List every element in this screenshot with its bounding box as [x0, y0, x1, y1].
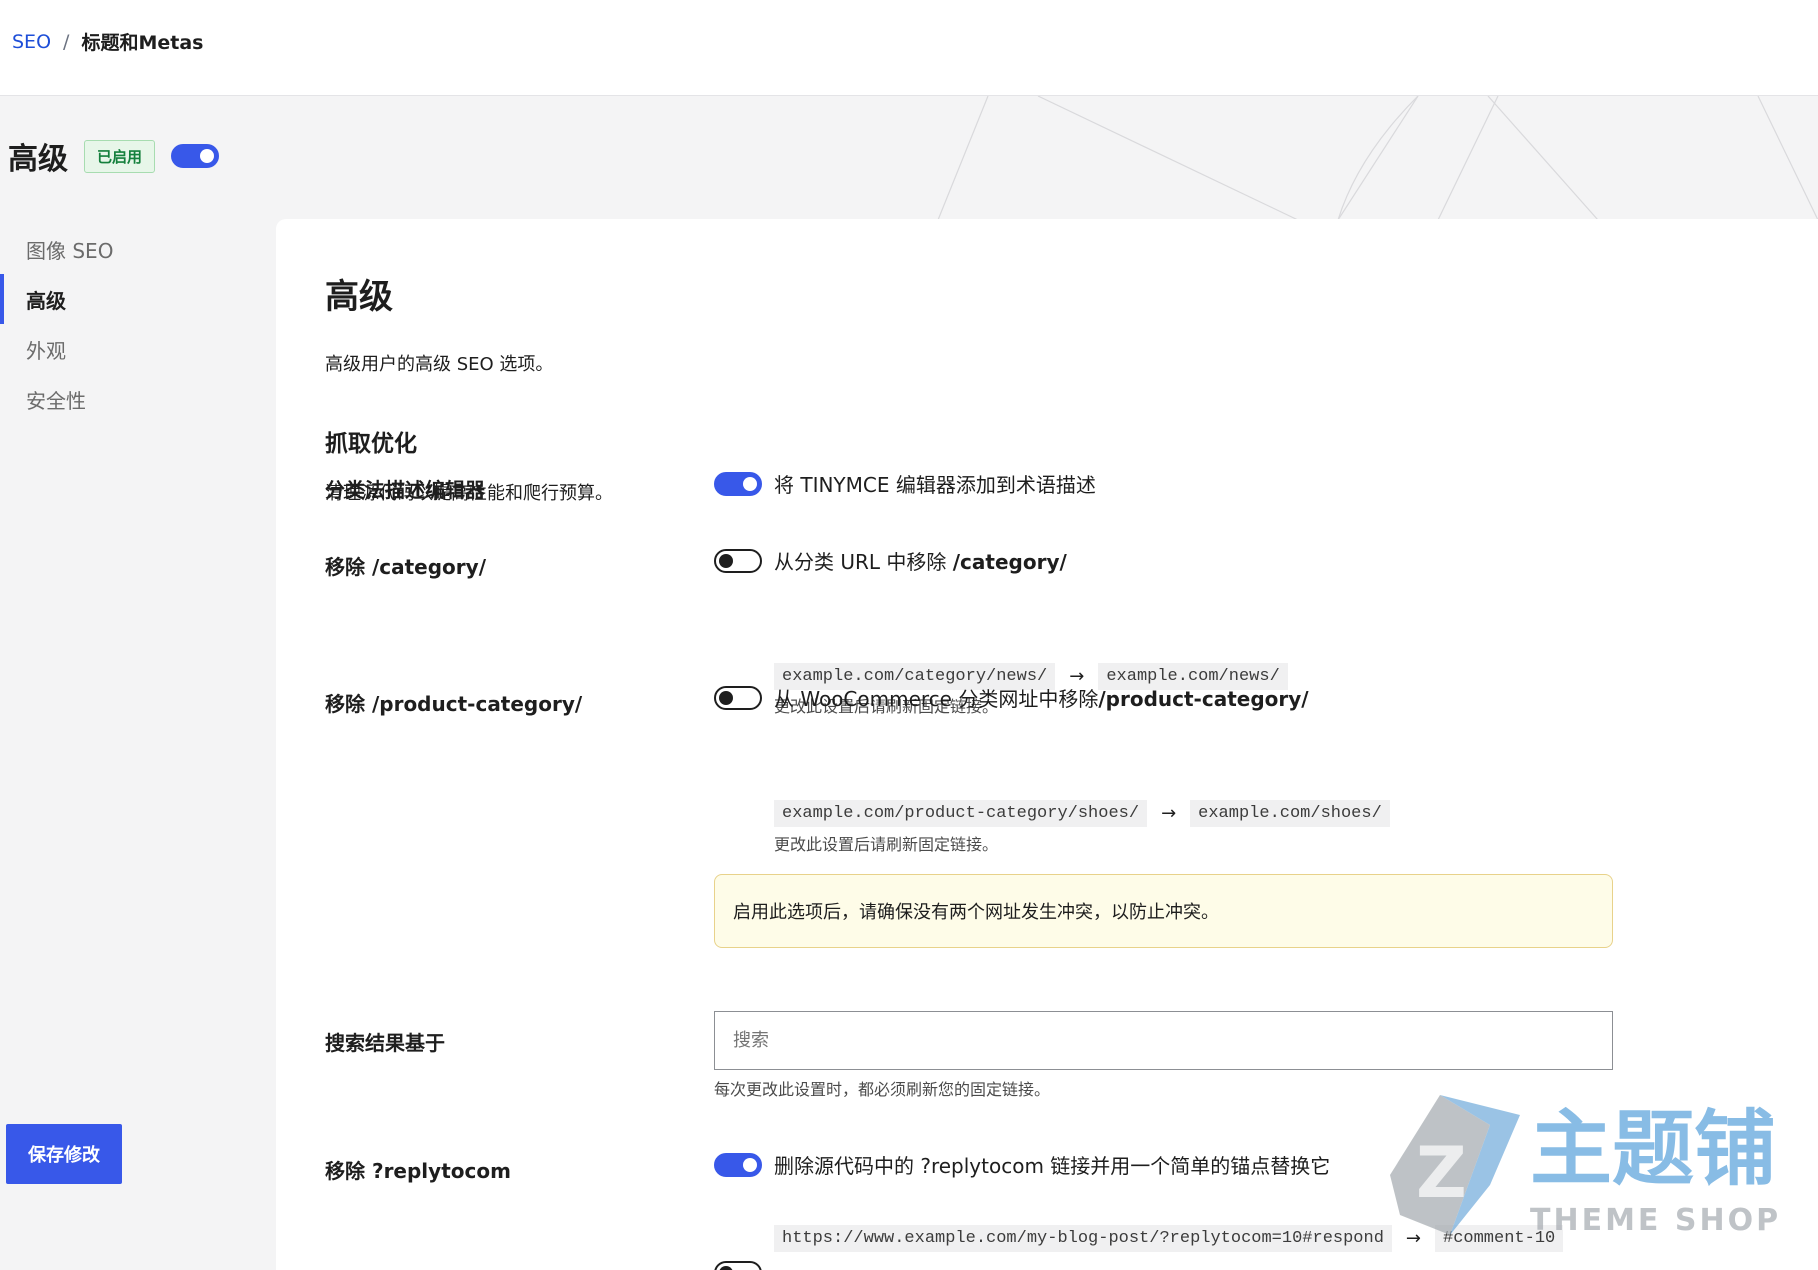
- code-example-from: example.com/product-category/shoes/: [774, 800, 1148, 827]
- remove-category-label: 移除 /category/: [325, 555, 487, 579]
- remove-product-category-example: example.com/product-category/shoes/ → ex…: [774, 800, 1390, 827]
- code-example-to: #comment-10: [1435, 1225, 1564, 1252]
- status-badge: 已启用: [84, 139, 156, 173]
- breadcrumb-current: 标题和Metas: [81, 32, 204, 54]
- settings-sidebar: 图像 SEO 高级 外观 安全性: [0, 224, 238, 424]
- search-base-input[interactable]: [714, 1011, 1613, 1070]
- taxonomy-editor-label: 分类法描述编辑器: [325, 478, 485, 502]
- toggle-knob: [719, 690, 733, 705]
- remove-category-option-prefix: 从分类 URL 中移除: [774, 550, 953, 574]
- toggle-knob: [743, 1157, 757, 1172]
- section-title: 抓取优化: [325, 431, 417, 457]
- background-decoration: [937, 96, 1818, 220]
- remove-replytocom-option: 删除源代码中的 ?replytocom 链接并用一个简单的锚点替换它: [714, 1150, 1330, 1179]
- remove-replytocom-label: 移除 ?replytocom: [325, 1159, 511, 1183]
- toggle-knob: [719, 553, 733, 568]
- toggle-knob: [200, 149, 215, 163]
- module-enable-toggle[interactable]: [171, 144, 220, 168]
- toggle-knob: [743, 476, 757, 491]
- module-title: 高级: [8, 142, 68, 177]
- next-option-toggle[interactable]: [714, 1261, 762, 1270]
- page-description: 高级用户的高级 SEO 选项。: [325, 354, 554, 375]
- remove-product-category-hint: 更改此设置后请刷新固定链接。: [774, 835, 999, 854]
- remove-replytocom-option-text: 删除源代码中的 ?replytocom 链接并用一个简单的锚点替换它: [774, 1154, 1331, 1178]
- arrow-icon: →: [1161, 803, 1177, 824]
- search-base-hint: 每次更改此设置时，都必须刷新您的固定链接。: [714, 1080, 1051, 1099]
- top-bar: SEO / 标题和Metas: [0, 0, 1818, 96]
- breadcrumb: SEO / 标题和Metas: [12, 28, 203, 55]
- remove-category-toggle[interactable]: [714, 548, 762, 573]
- settings-panel: 高级 高级用户的高级 SEO 选项。 抓取优化 清理源代码以提高性能和爬行预算。…: [276, 219, 1818, 1270]
- remove-product-category-label: 移除 /product-category/: [325, 692, 583, 716]
- sidebar-item-appearance[interactable]: 外观: [0, 324, 238, 374]
- remove-product-category-toggle[interactable]: [714, 685, 762, 710]
- sidebar-item-image-seo[interactable]: 图像 SEO: [0, 224, 238, 274]
- toggle-knob: [719, 1266, 733, 1270]
- remove-category-option: 从分类 URL 中移除 /category/: [714, 546, 1067, 575]
- code-example-from: https://www.example.com/my-blog-post/?re…: [774, 1225, 1392, 1252]
- page-title: 高级: [325, 277, 393, 317]
- remove-category-option-text: 从分类 URL 中移除 /category/: [774, 546, 1067, 575]
- remove-product-category-option-prefix: 从 WooCommerce 分类网址中移除: [774, 687, 1099, 711]
- breadcrumb-separator: /: [63, 30, 70, 53]
- module-header: 高级 已启用: [8, 134, 220, 178]
- search-base-label: 搜索结果基于: [325, 1031, 445, 1055]
- sidebar-item-security[interactable]: 安全性: [0, 374, 238, 424]
- conflict-notice: 启用此选项后，请确保没有两个网址发生冲突，以防止冲突。: [714, 874, 1613, 948]
- code-example-to: example.com/shoes/: [1190, 800, 1390, 827]
- remove-product-category-option: 从 WooCommerce 分类网址中移除/product-category/: [714, 683, 1309, 712]
- taxonomy-editor-option-text: 将 TINYMCE 编辑器添加到术语描述: [774, 473, 1096, 497]
- taxonomy-editor-toggle[interactable]: [714, 471, 762, 496]
- remove-product-category-option-bold: /product-category/: [1098, 687, 1309, 711]
- remove-product-category-option-text: 从 WooCommerce 分类网址中移除/product-category/: [774, 683, 1309, 712]
- sidebar-item-advanced[interactable]: 高级: [0, 274, 238, 324]
- save-changes-button[interactable]: 保存修改: [6, 1124, 122, 1184]
- remove-replytocom-toggle[interactable]: [714, 1152, 762, 1177]
- remove-replytocom-example: https://www.example.com/my-blog-post/?re…: [774, 1225, 1564, 1252]
- taxonomy-editor-option: 将 TINYMCE 编辑器添加到术语描述: [714, 469, 1096, 498]
- arrow-icon: →: [1405, 1228, 1421, 1249]
- breadcrumb-link-seo[interactable]: SEO: [12, 31, 51, 53]
- remove-category-option-bold: /category/: [952, 550, 1067, 574]
